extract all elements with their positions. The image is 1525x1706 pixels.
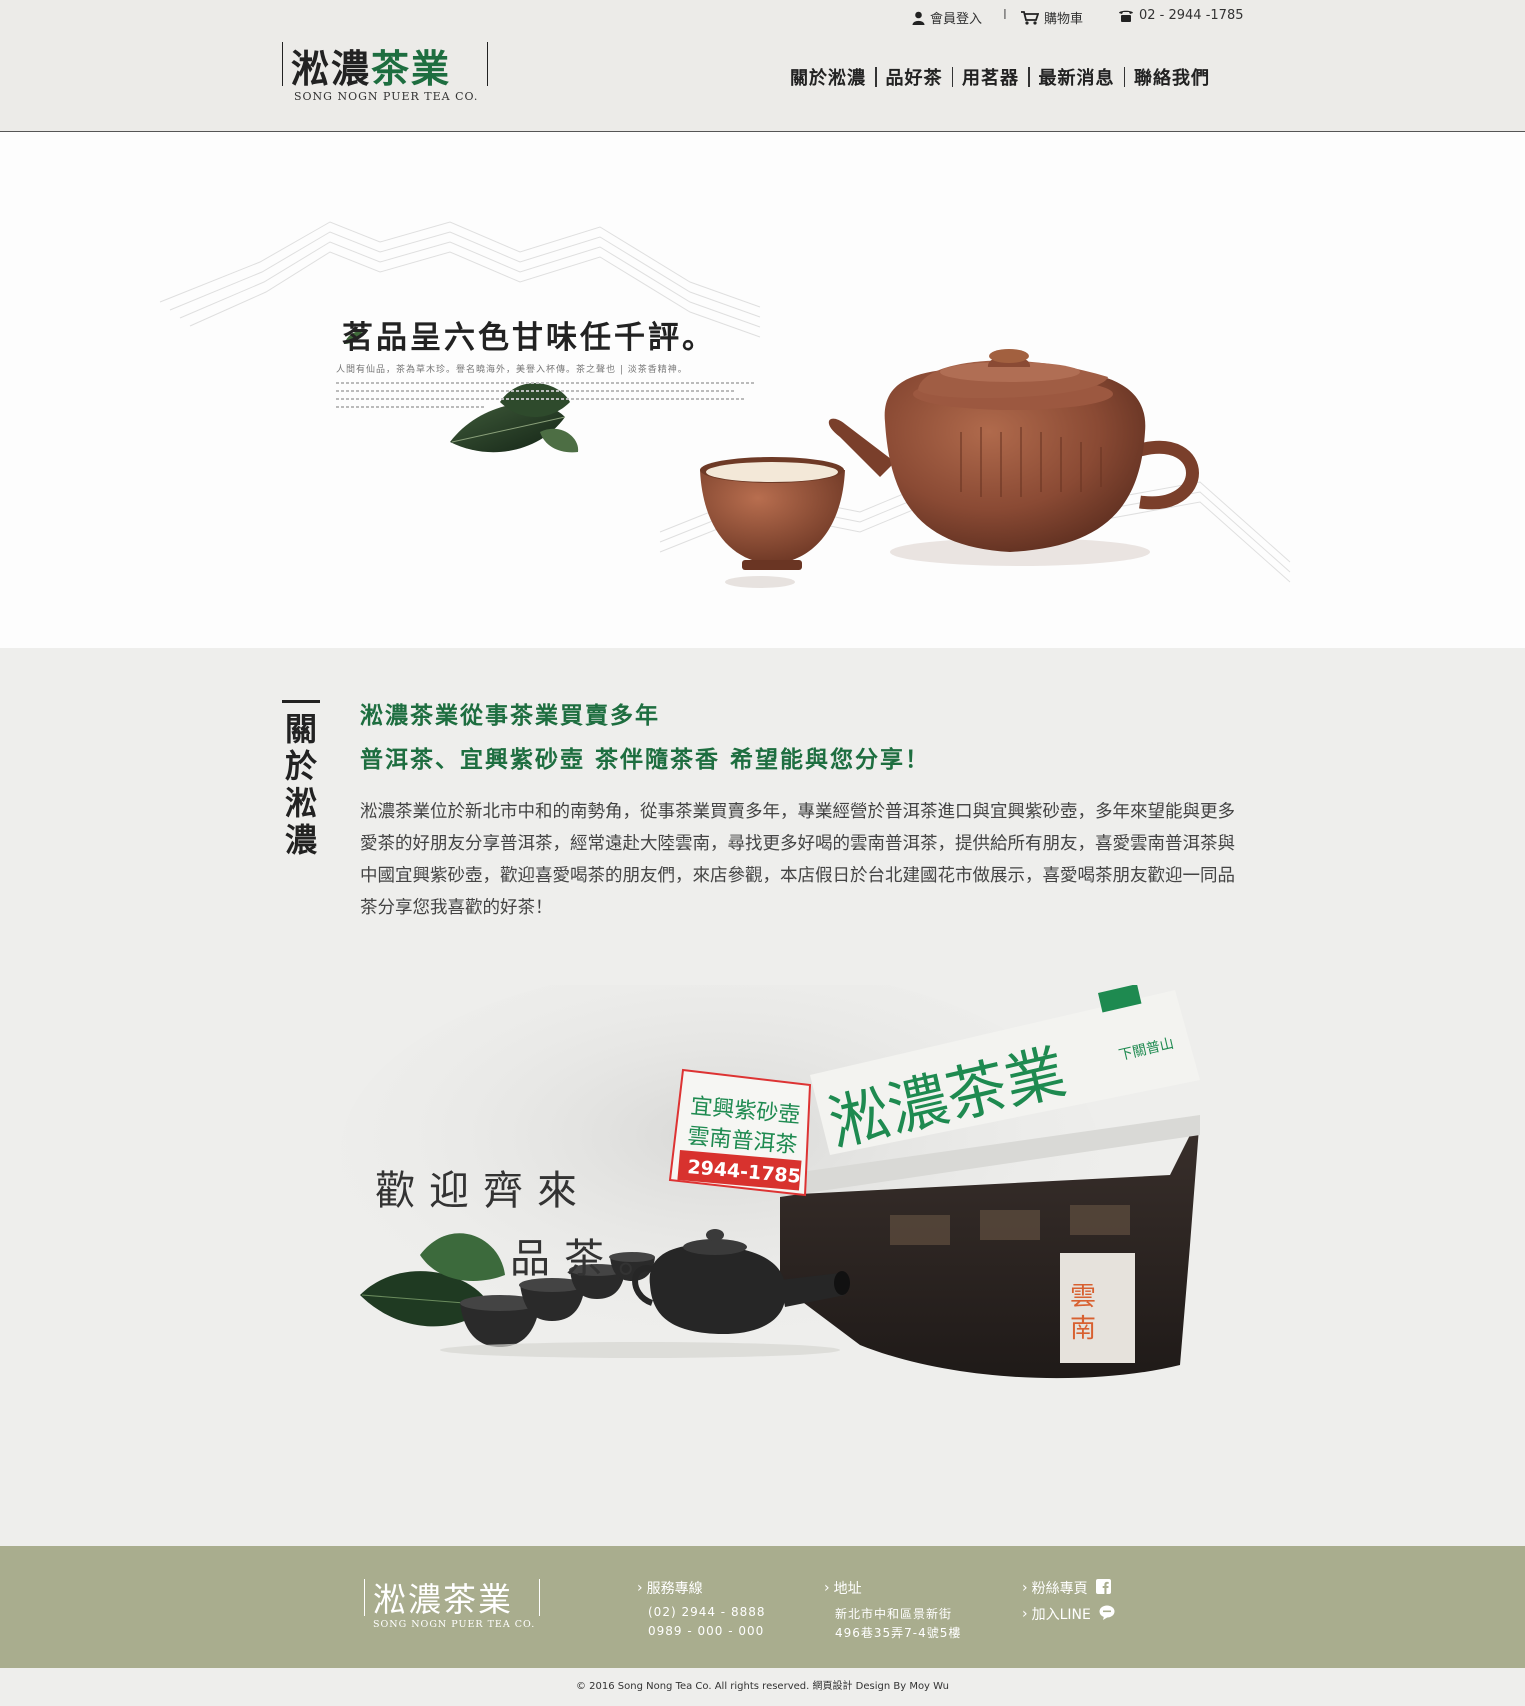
nav-item-tea[interactable]: 品好茶 <box>877 64 952 90</box>
phone-link[interactable]: 02 - 2944 -1785 <box>1118 8 1244 23</box>
nav-item-about[interactable]: 關於淞濃 <box>790 64 875 90</box>
logo-wordmark: 淞濃茶業 <box>291 38 451 93</box>
phone-number: 02 - 2944 -1785 <box>1139 8 1244 23</box>
footer-service-line-1: (02) 2944 - 8888 <box>648 1605 766 1619</box>
hero-banner: 茗品呈六色甘味任千評。 人間有仙品，茶為草木珍。譽名曉海外，美譽入杯傳。茶之聲也… <box>0 132 1525 648</box>
hero-background-art <box>159 221 1291 588</box>
hero-slogan: 茗品呈六色甘味任千評。 <box>342 320 716 356</box>
phone-icon <box>1118 9 1134 22</box>
utility-divider: I <box>1003 8 1007 23</box>
about-heading-2: 普洱茶、宜興紫砂壺 茶伴隨茶香 希望能與您分享！ <box>360 747 931 773</box>
teapot-illustration <box>828 349 1199 566</box>
footer-line-link[interactable]: › 加入LINE <box>1022 1604 1115 1624</box>
about-heading-1: 淞濃茶業從事茶業買賣多年 <box>360 703 660 729</box>
nav-item-contact[interactable]: 聯絡我們 <box>1125 64 1219 90</box>
about-title-char: 於 <box>284 747 317 785</box>
logo-subtitle: SONG NOGN PUER TEA CO. <box>294 90 479 103</box>
about-title-char: 關 <box>284 710 317 748</box>
user-icon <box>912 11 925 25</box>
svg-text:南: 南 <box>1070 1314 1096 1344</box>
footer-logo-wordmark: 淞濃茶業 <box>373 1580 513 1619</box>
footer-address-line-1: 新北市中和區景新街 <box>835 1607 953 1621</box>
logo-right-bar <box>487 42 488 86</box>
member-login-label: 會員登入 <box>930 12 983 27</box>
footer-fanpage-label: 粉絲專頁 <box>1031 1581 1088 1597</box>
hero-fine-print <box>336 406 486 408</box>
footer-logo-left-bar <box>364 1579 365 1616</box>
footer-service-line-2: 0989 - 000 - 000 <box>648 1624 765 1638</box>
copyright-text: © 2016 Song Nong Tea Co. All rights rese… <box>575 1681 950 1692</box>
footer-logo-right-bar <box>539 1579 540 1616</box>
hero-fine-print <box>336 398 746 400</box>
about-vertical-title: 關 於 淞 濃 <box>282 700 320 859</box>
footer-address-label: 地址 <box>833 1581 862 1597</box>
about-body-text: 淞濃茶業位於新北市中和的南勢角，從事茶業買賣多年，專業經營於普洱茶進口與宜興紫砂… <box>360 802 1235 918</box>
nav-item-teaware[interactable]: 用茗器 <box>953 64 1028 90</box>
hero-fine-print <box>336 390 736 392</box>
cart-link[interactable]: 購物車 <box>1021 8 1083 27</box>
arrow-right-icon: › <box>1022 1606 1028 1622</box>
facebook-icon <box>1095 1578 1111 1598</box>
site-header <box>0 0 1525 132</box>
nav-item-news[interactable]: 最新消息 <box>1030 64 1124 90</box>
footer-fanpage-link[interactable]: › 粉絲專頁 <box>1022 1578 1111 1598</box>
hero-subline: 人間有仙品，茶為草木珍。譽名曉海外，美譽入杯傳。茶之聲也 | 淡茶香精神。 <box>336 365 688 375</box>
line-icon <box>1099 1605 1115 1624</box>
footer-address-line-2: 496巷35弄7-4號5樓 <box>835 1626 962 1640</box>
footer-address-title: › 地址 <box>824 1578 862 1598</box>
cart-label: 購物車 <box>1044 12 1084 27</box>
arrow-right-icon: › <box>1022 1580 1028 1596</box>
footer-line-label: 加入LINE <box>1031 1607 1091 1623</box>
arrow-right-icon: › <box>637 1580 643 1596</box>
about-title-char: 濃 <box>284 821 317 859</box>
cart-icon <box>1021 10 1039 25</box>
about-title-char: 淞 <box>284 784 317 822</box>
member-login-link[interactable]: 會員登入 <box>912 8 982 27</box>
about-title-rule <box>282 700 320 703</box>
brand-logo[interactable]: 淞濃茶業 SONG NOGN PUER TEA CO. <box>282 42 488 104</box>
logo-wordmark-green: 茶業 <box>371 46 452 91</box>
footer-logo[interactable]: 淞濃茶業 SONG NOGN PUER TEA CO. <box>364 1579 540 1633</box>
hero-fine-print <box>336 382 756 384</box>
svg-text:雲: 雲 <box>1070 1282 1096 1312</box>
footer-service-title: › 服務專線 <box>637 1578 703 1598</box>
arrow-right-icon: › <box>824 1580 830 1596</box>
tea-cup-illustration <box>700 457 845 588</box>
leaf-decoration <box>450 383 579 453</box>
footer-service-label: 服務專線 <box>646 1581 703 1597</box>
logo-wordmark-black: 淞濃 <box>291 46 372 91</box>
main-nav: 關於淞濃 品好茶 用茗器 最新消息 聯絡我們 <box>790 64 1219 90</box>
footer-logo-subtitle: SONG NOGN PUER TEA CO. <box>373 1619 536 1630</box>
welcome-line-1: 歡迎齊來 <box>375 1168 591 1214</box>
logo-left-bar <box>282 42 283 86</box>
welcome-line-2: 品茶。 <box>510 1236 672 1282</box>
